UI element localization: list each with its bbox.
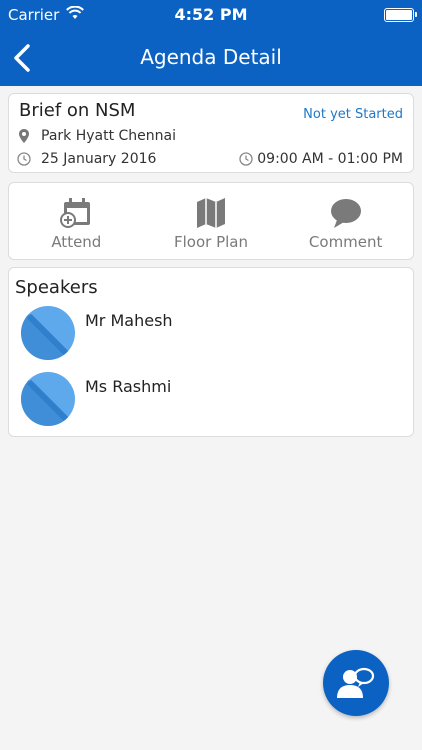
map-icon [197,198,225,228]
date-row: 25 January 2016 [17,151,156,167]
speakers-card: Speakers Mr Mahesh Ms Rashmi [8,267,414,437]
clock-icon [239,152,253,166]
page-title: Agenda Detail [140,45,282,69]
comment-label: Comment [308,233,383,251]
session-title: Brief on NSM [19,100,136,121]
attend-button[interactable]: Attend [9,183,144,259]
calendar-add-icon [60,198,91,228]
speaker-item[interactable]: Mr Mahesh [21,306,401,362]
chat-bubble-icon [330,199,361,228]
time-row: 09:00 AM - 01:00 PM [239,151,403,167]
floor-plan-label: Floor Plan [174,233,248,251]
contact-fab-button[interactable] [323,650,389,716]
venue-row: Park Hyatt Chennai [17,128,176,144]
location-pin-icon [19,129,29,143]
speakers-heading: Speakers [15,277,98,298]
session-card: Brief on NSM Not yet Started Park Hyatt … [8,93,414,173]
floor-plan-button[interactable]: Floor Plan [144,183,279,259]
clock-icon [17,152,31,166]
avatar [21,306,75,360]
speaker-name: Ms Rashmi [85,377,172,396]
avatar [21,372,75,426]
date-text: 25 January 2016 [41,151,157,167]
status-badge: Not yet Started [303,107,403,122]
time-range-text: 09:00 AM - 01:00 PM [257,151,403,167]
navigation-bar: Agenda Detail [0,30,422,86]
attend-label: Attend [51,233,102,251]
speaker-item[interactable]: Ms Rashmi [21,372,401,428]
comment-button[interactable]: Comment [278,183,413,259]
contact-chat-icon [337,667,375,698]
actions-card: Attend Floor Plan Comment [8,182,414,260]
venue-text: Park Hyatt Chennai [41,128,177,144]
battery-icon [384,8,417,22]
speaker-name: Mr Mahesh [85,311,173,330]
clock: 4:52 PM [174,5,248,24]
status-bar: Carrier 4:52 PM [0,0,422,30]
